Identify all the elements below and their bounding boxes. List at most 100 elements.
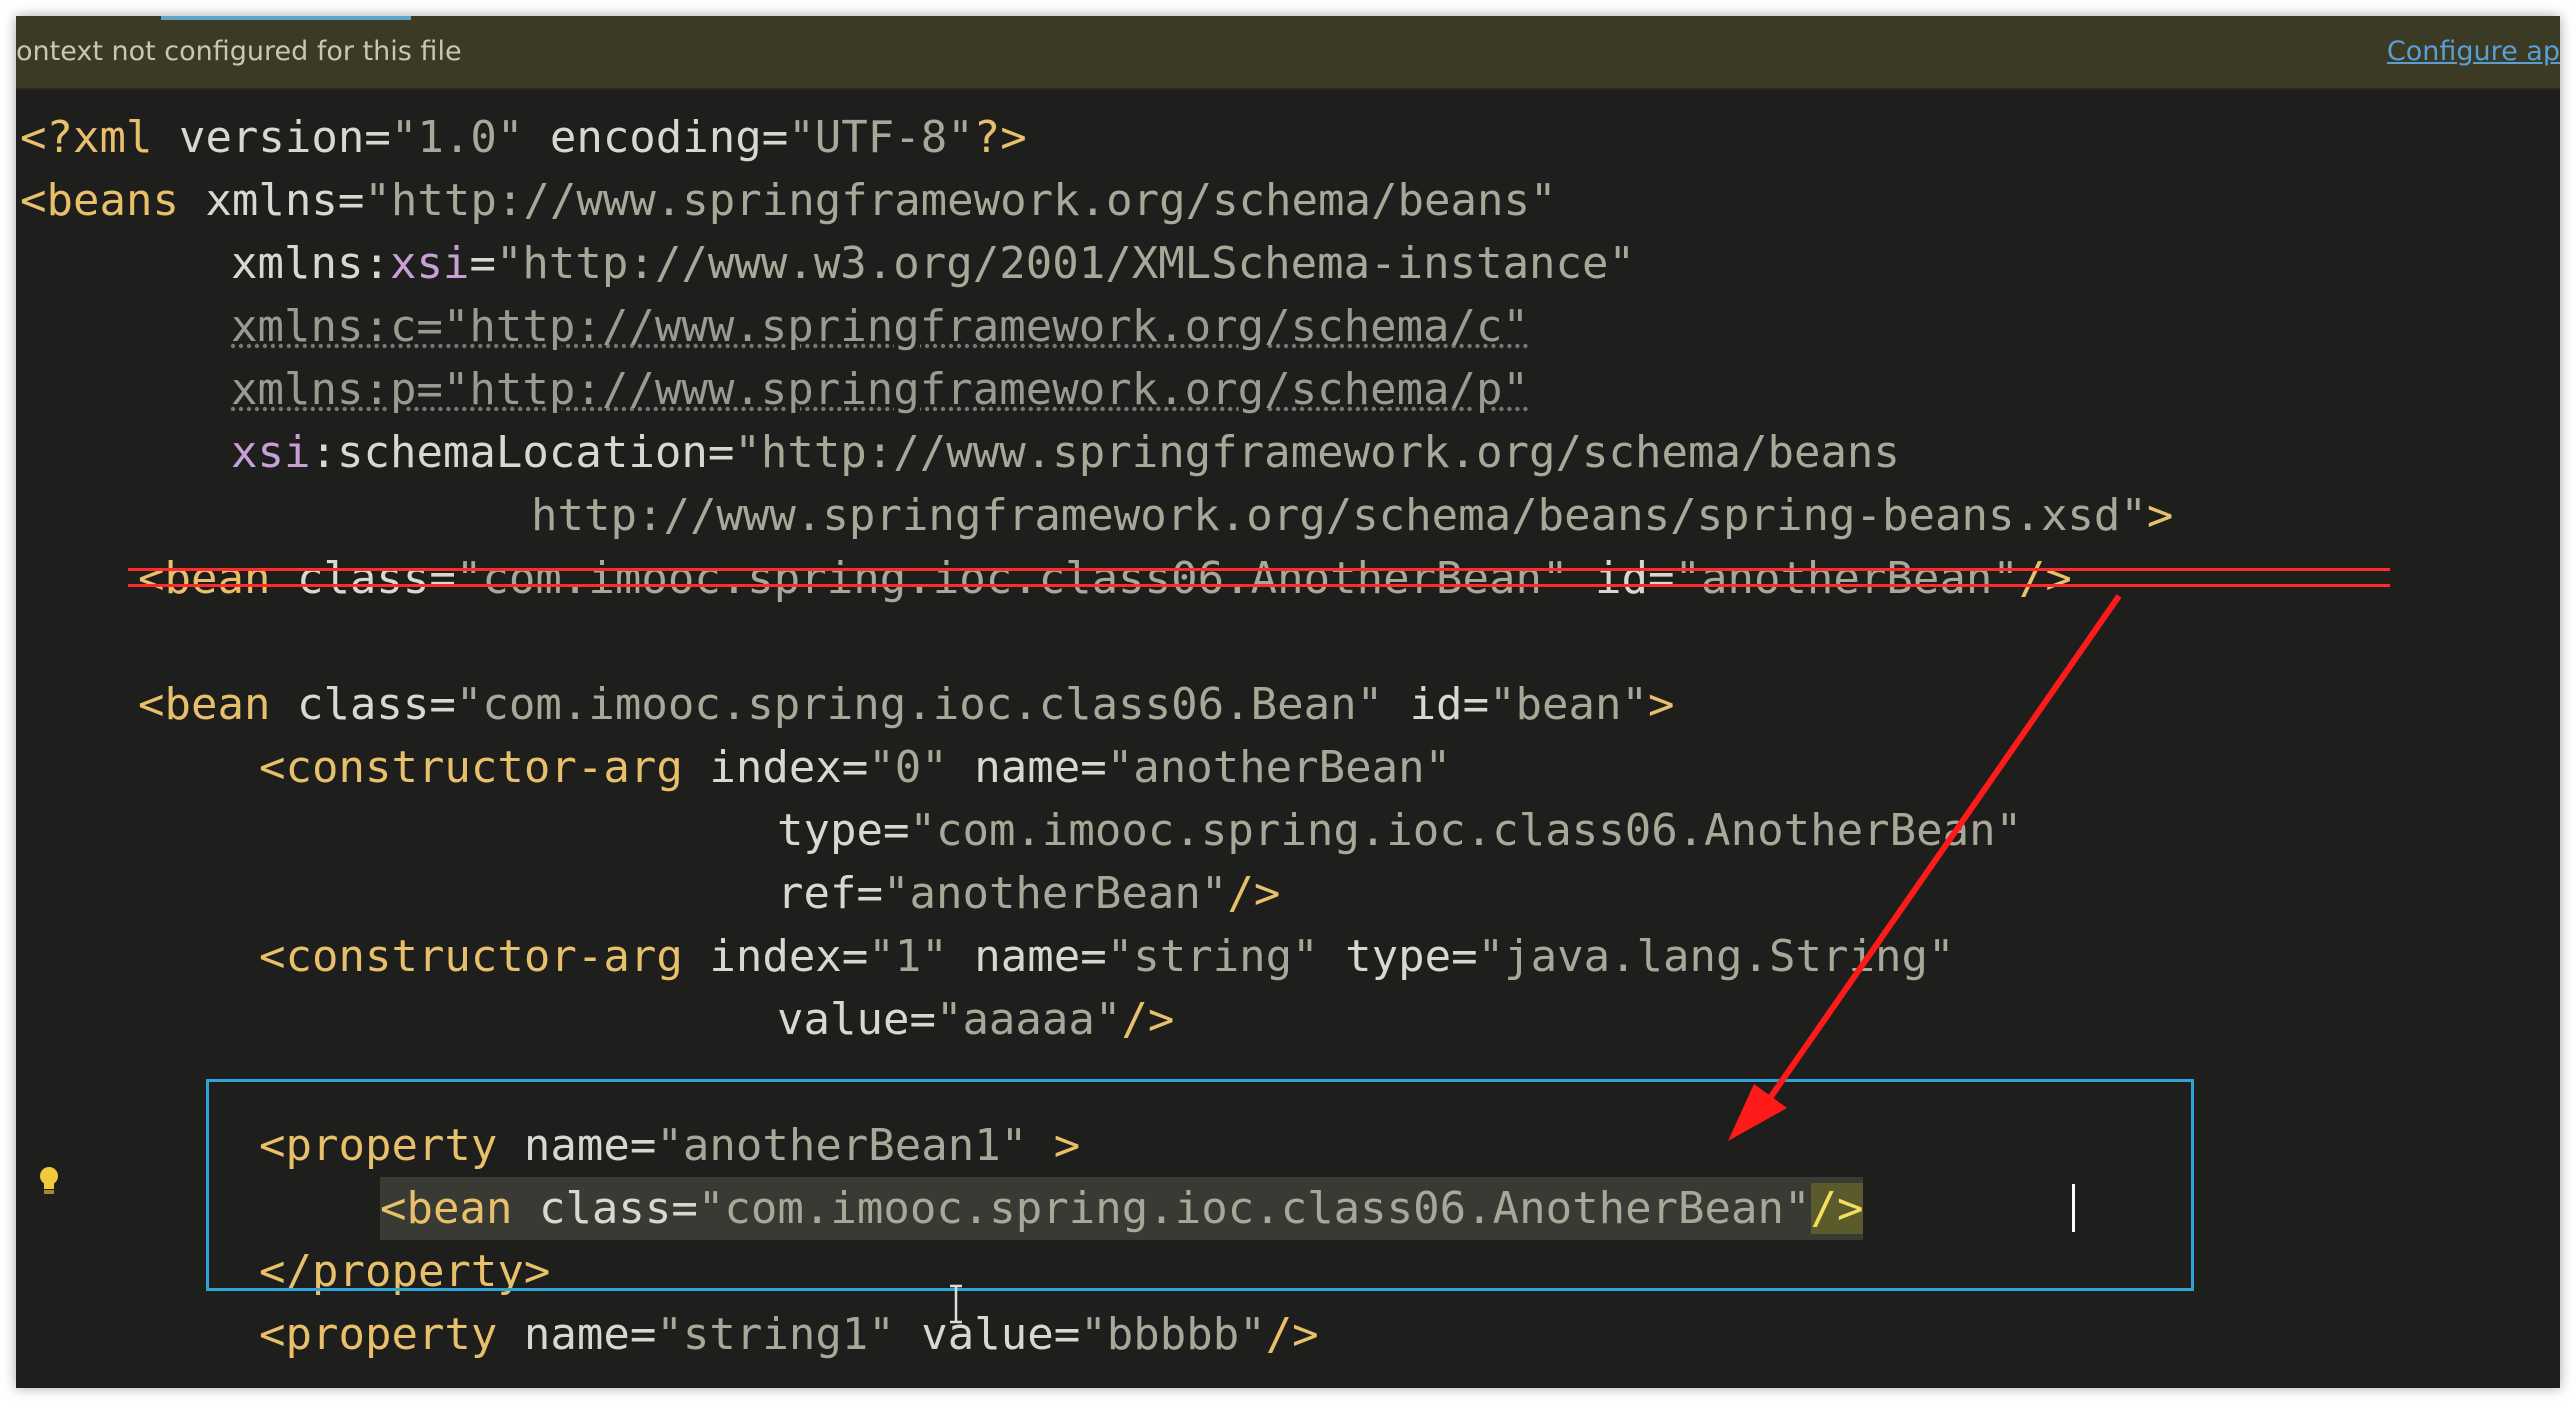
configure-link[interactable]: Configure ap: [2387, 36, 2560, 67]
token: "string": [1106, 931, 1319, 982]
token: <?xml: [20, 112, 179, 163]
token: <constructor-arg: [259, 742, 710, 793]
token: =: [841, 742, 869, 793]
code-line-5: xmlns:p="http://www.springframework.org/…: [231, 358, 1529, 421]
token: ref: [777, 868, 857, 919]
token: type: [1318, 931, 1452, 982]
token: "bean": [1489, 679, 1649, 730]
token: xsi: [231, 427, 311, 478]
token: =: [429, 553, 456, 604]
token: "http://www.springframework.org/schema/b…: [364, 175, 1557, 226]
token: "java.lang.String": [1477, 931, 1955, 982]
code-line-4: xmlns:c="http://www.springframework.org/…: [231, 295, 1529, 358]
code-line-15: value="aaaaa"/>: [777, 988, 1174, 1051]
token: id: [1383, 679, 1463, 730]
token: "com.imooc.spring.ioc.class06.AnotherBea…: [455, 553, 1569, 604]
token: "anotherBean": [1106, 742, 1452, 793]
token: =: [1080, 931, 1107, 982]
token: />: [1227, 868, 1281, 919]
editor-window: ontext not configured for this file Conf…: [16, 16, 2560, 1388]
token: =: [1080, 742, 1107, 793]
code-line-11: <constructor-arg index="0" name="another…: [259, 736, 1451, 799]
token: "UTF-8": [788, 112, 974, 163]
code-line-10: <bean class="com.imooc.spring.ioc.class0…: [138, 673, 1675, 736]
token: <bean: [138, 553, 297, 604]
token: <bean: [138, 679, 297, 730]
tab-indicator: [161, 16, 411, 20]
code-line-13: ref="anotherBean"/>: [777, 862, 1280, 925]
token: index: [709, 931, 842, 982]
code-line-2: <beans xmlns="http://www.springframework…: [20, 169, 1556, 232]
token: "anotherBean": [882, 868, 1228, 919]
token: />: [2018, 553, 2072, 604]
token: =: [429, 679, 456, 730]
token: index: [709, 742, 842, 793]
lightbulb-icon[interactable]: [38, 1166, 60, 1196]
code-line-8-struck: <bean class="com.imooc.spring.ioc.class0…: [138, 547, 2072, 610]
token: =: [364, 112, 391, 163]
token: =: [909, 994, 936, 1045]
token: ?>: [973, 112, 1027, 163]
token: >: [2146, 490, 2174, 541]
token: "com.imooc.spring.ioc.class06.Bean": [455, 679, 1384, 730]
code-line-6: xsi:schemaLocation="http://www.springfra…: [231, 421, 1900, 484]
code-line-14: <constructor-arg index="1" name="string"…: [259, 925, 1954, 988]
token: =: [761, 112, 789, 163]
token: =: [337, 175, 365, 226]
text-cursor-icon: [950, 1284, 962, 1324]
token: />: [1121, 994, 1175, 1045]
token: xmlns: [205, 175, 338, 226]
code-line-7: http://www.springframework.org/schema/be…: [531, 484, 2173, 547]
token: =: [469, 238, 496, 289]
token: =: [856, 868, 883, 919]
strikethrough-line-bottom: [128, 584, 2390, 587]
code-line-12: type="com.imooc.spring.ioc.class06.Anoth…: [777, 799, 2022, 862]
token: value: [777, 994, 910, 1045]
highlight-box: [206, 1079, 2194, 1291]
token: "anotherBean": [1674, 553, 2019, 604]
notification-text: ontext not configured for this file: [16, 36, 462, 67]
token: <property: [259, 1309, 524, 1360]
token: <beans: [20, 175, 206, 226]
strikethrough-line-top: [128, 568, 2390, 571]
token: =: [1647, 553, 1675, 604]
token: "1": [868, 931, 948, 982]
token: =: [629, 1309, 657, 1360]
token: class: [296, 553, 430, 604]
token: =: [707, 427, 735, 478]
token: xmlns:p="http://www.springframework.org/…: [231, 364, 1530, 415]
token: <constructor-arg: [259, 931, 710, 982]
token: type: [777, 805, 883, 856]
token: "aaaaa": [935, 994, 1122, 1045]
token: xmlns:c="http://www.springframework.org/…: [231, 301, 1530, 352]
token: "string1": [656, 1309, 895, 1360]
token: "0": [868, 742, 948, 793]
token: "com.imooc.spring.ioc.class06.AnotherBea…: [909, 805, 2023, 856]
code-line-20: <property name="string1" value="bbbbb"/>: [259, 1303, 1319, 1366]
token: value: [894, 1309, 1054, 1360]
token: name: [947, 931, 1081, 982]
token: name: [947, 742, 1081, 793]
token: :schemaLocation: [310, 427, 708, 478]
token: encoding: [523, 112, 762, 163]
token: "http://www.springframework.org/schema/b…: [734, 427, 1900, 478]
token: xsi: [389, 238, 470, 289]
token: =: [1462, 679, 1490, 730]
token: version: [178, 112, 365, 163]
token: name: [523, 1309, 630, 1360]
token: id: [1568, 553, 1648, 604]
token: xmlns:: [231, 238, 390, 289]
token: =: [841, 931, 869, 982]
token: >: [1648, 679, 1675, 730]
token: "http://www.w3.org/2001/XMLSchema-instan…: [495, 238, 1636, 289]
token: =: [1451, 931, 1478, 982]
token: "1.0": [390, 112, 524, 163]
token: http://www.springframework.org/schema/be…: [531, 490, 2147, 541]
token: =: [1053, 1309, 1081, 1360]
code-line-3: xmlns:xsi="http://www.w3.org/2001/XMLSch…: [231, 232, 1635, 295]
token: />: [1265, 1309, 1319, 1360]
token: "bbbbb": [1080, 1309, 1266, 1360]
code-line-1: <?xml version="1.0" encoding="UTF-8"?>: [20, 106, 1027, 169]
token: class: [296, 679, 430, 730]
token: =: [882, 805, 910, 856]
